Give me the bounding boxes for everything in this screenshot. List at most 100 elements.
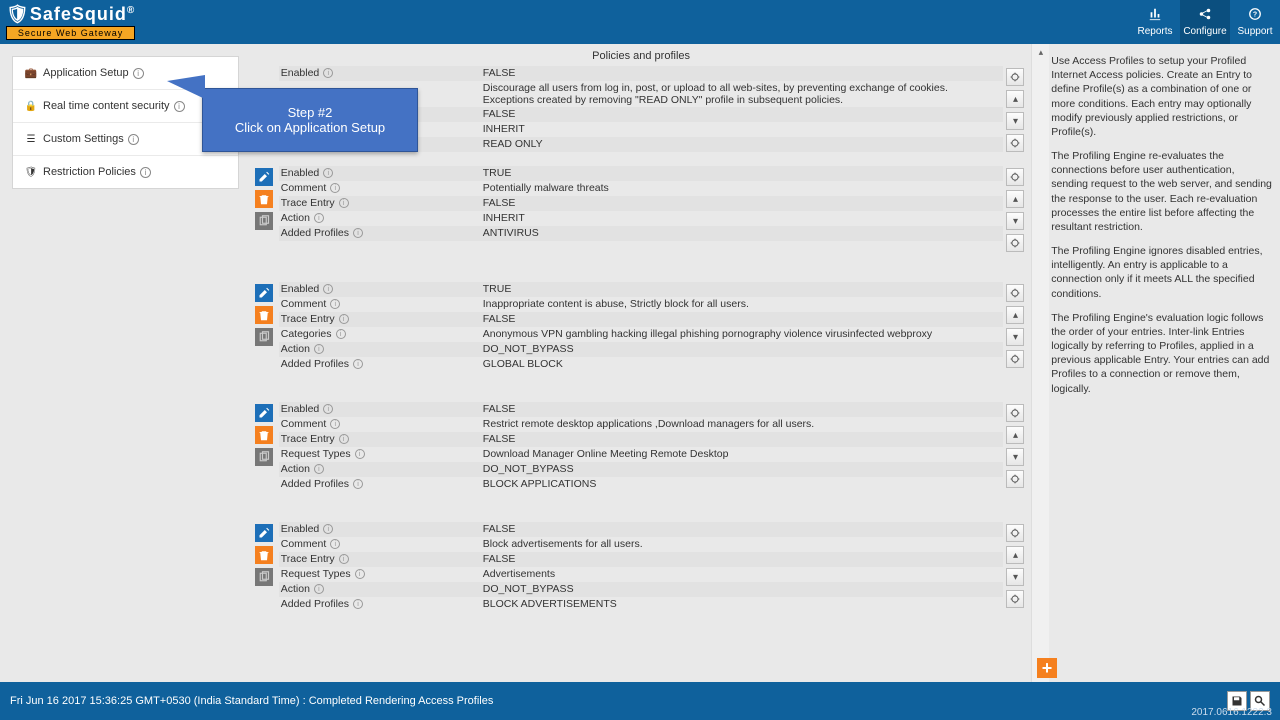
locate-button[interactable]	[1006, 284, 1024, 302]
field-value: FALSE	[479, 552, 1004, 566]
locate-button[interactable]	[1006, 68, 1024, 86]
sidebar-item-restriction[interactable]: 🛡 Restriction Policies i	[13, 156, 238, 188]
info-icon[interactable]: i	[353, 359, 363, 369]
nav-reports[interactable]: Reports	[1130, 0, 1180, 44]
field-value: FALSE	[479, 196, 1004, 210]
info-icon[interactable]: i	[323, 68, 333, 78]
locate-button[interactable]	[1006, 470, 1024, 488]
locate-button[interactable]	[1006, 168, 1024, 186]
help-icon: ?	[1247, 7, 1263, 26]
field-value: DO_NOT_BYPASS	[479, 342, 1004, 356]
delete-button[interactable]	[255, 546, 273, 564]
nav-support[interactable]: ? Support	[1230, 0, 1280, 44]
field-value: FALSE	[479, 522, 1004, 536]
info-icon[interactable]: i	[355, 449, 365, 459]
field-row: EnablediFALSE	[279, 402, 1004, 417]
info-icon[interactable]: i	[330, 539, 340, 549]
info-icon[interactable]: i	[128, 134, 139, 145]
help-panel: Use Access Profiles to setup your Profil…	[1049, 44, 1280, 682]
delete-button[interactable]	[255, 306, 273, 324]
move-up-button[interactable]: ▴	[1006, 90, 1024, 108]
field-label: Request Typesi	[279, 567, 479, 581]
move-up-button[interactable]: ▴	[1006, 306, 1024, 324]
edit-button[interactable]	[255, 168, 273, 186]
field-row: ActioniINHERIT	[279, 211, 1004, 226]
field-value: BLOCK ADVERTISEMENTS	[479, 597, 1004, 611]
sidebar-item-label: Real time content security	[43, 100, 170, 112]
locate-button[interactable]	[1006, 350, 1024, 368]
clone-button[interactable]	[255, 212, 273, 230]
field-row: Trace EntryiFALSE	[279, 552, 1004, 567]
field-row: Trace EntryiFALSE	[279, 432, 1004, 447]
sidebar-item-label: Restriction Policies	[43, 166, 136, 178]
nav-configure[interactable]: Configure	[1180, 0, 1230, 44]
brand-logo: 🛡SafeSquid® Secure Web Gateway	[0, 4, 135, 40]
field-label: Commenti	[279, 417, 479, 431]
policy-entry: EnablediTRUECommentiInappropriate conten…	[255, 282, 1028, 372]
scroll-up-icon[interactable]: ▴	[1032, 44, 1049, 60]
info-icon[interactable]: i	[323, 168, 333, 178]
delete-button[interactable]	[255, 190, 273, 208]
move-up-button[interactable]: ▴	[1006, 426, 1024, 444]
locate-button[interactable]	[1006, 524, 1024, 542]
field-row: CommentiInappropriate content is abuse, …	[279, 297, 1004, 312]
field-label: Enabledi	[279, 402, 479, 416]
info-icon[interactable]: i	[314, 584, 324, 594]
field-label	[279, 81, 479, 83]
field-label: Trace Entryi	[279, 312, 479, 326]
info-icon[interactable]: i	[314, 464, 324, 474]
move-up-button[interactable]: ▴	[1006, 190, 1024, 208]
info-icon[interactable]: i	[323, 404, 333, 414]
edit-button[interactable]	[255, 284, 273, 302]
locate-button[interactable]	[1006, 590, 1024, 608]
info-icon[interactable]: i	[314, 213, 324, 223]
clone-button[interactable]	[255, 568, 273, 586]
info-icon[interactable]: i	[314, 344, 324, 354]
move-up-button[interactable]: ▴	[1006, 546, 1024, 564]
info-icon[interactable]: i	[336, 329, 346, 339]
info-icon[interactable]: i	[339, 198, 349, 208]
move-down-button[interactable]: ▾	[1006, 448, 1024, 466]
field-value: TRUE	[479, 166, 1004, 180]
field-value: DO_NOT_BYPASS	[479, 582, 1004, 596]
info-icon[interactable]: i	[339, 314, 349, 324]
info-icon[interactable]: i	[339, 554, 349, 564]
edit-button[interactable]	[255, 524, 273, 542]
field-value: TRUE	[479, 282, 1004, 296]
info-icon[interactable]: i	[355, 569, 365, 579]
brand-tagline: Secure Web Gateway	[6, 26, 135, 40]
info-icon[interactable]: i	[330, 183, 340, 193]
info-icon[interactable]: i	[353, 479, 363, 489]
info-icon[interactable]: i	[353, 228, 363, 238]
info-icon[interactable]: i	[174, 101, 185, 112]
add-entry-button[interactable]: +	[1037, 658, 1057, 678]
field-label: Trace Entryi	[279, 432, 479, 446]
info-icon[interactable]: i	[330, 299, 340, 309]
info-icon[interactable]: i	[140, 167, 151, 178]
edit-button[interactable]	[255, 404, 273, 422]
clone-button[interactable]	[255, 328, 273, 346]
field-label: Trace Entryi	[279, 196, 479, 210]
sliders-icon: ☰	[25, 133, 37, 145]
delete-button[interactable]	[255, 426, 273, 444]
field-label: Trace Entryi	[279, 552, 479, 566]
field-label: Actioni	[279, 462, 479, 476]
move-down-button[interactable]: ▾	[1006, 568, 1024, 586]
move-down-button[interactable]: ▾	[1006, 112, 1024, 130]
info-icon[interactable]: i	[323, 284, 333, 294]
info-icon[interactable]: i	[323, 524, 333, 534]
info-icon[interactable]: i	[339, 434, 349, 444]
info-icon[interactable]: i	[330, 419, 340, 429]
move-down-button[interactable]: ▾	[1006, 212, 1024, 230]
locate-button[interactable]	[1006, 134, 1024, 152]
field-label: Commenti	[279, 181, 479, 195]
field-value: FALSE	[479, 402, 1004, 416]
scrollbar[interactable]: ▴ ▾	[1031, 44, 1049, 682]
info-icon[interactable]: i	[133, 68, 144, 79]
policy-entry: EnablediTRUECommentiPotentially malware …	[255, 166, 1028, 252]
clone-button[interactable]	[255, 448, 273, 466]
locate-button[interactable]	[1006, 404, 1024, 422]
move-down-button[interactable]: ▾	[1006, 328, 1024, 346]
info-icon[interactable]: i	[353, 599, 363, 609]
locate-button[interactable]	[1006, 234, 1024, 252]
